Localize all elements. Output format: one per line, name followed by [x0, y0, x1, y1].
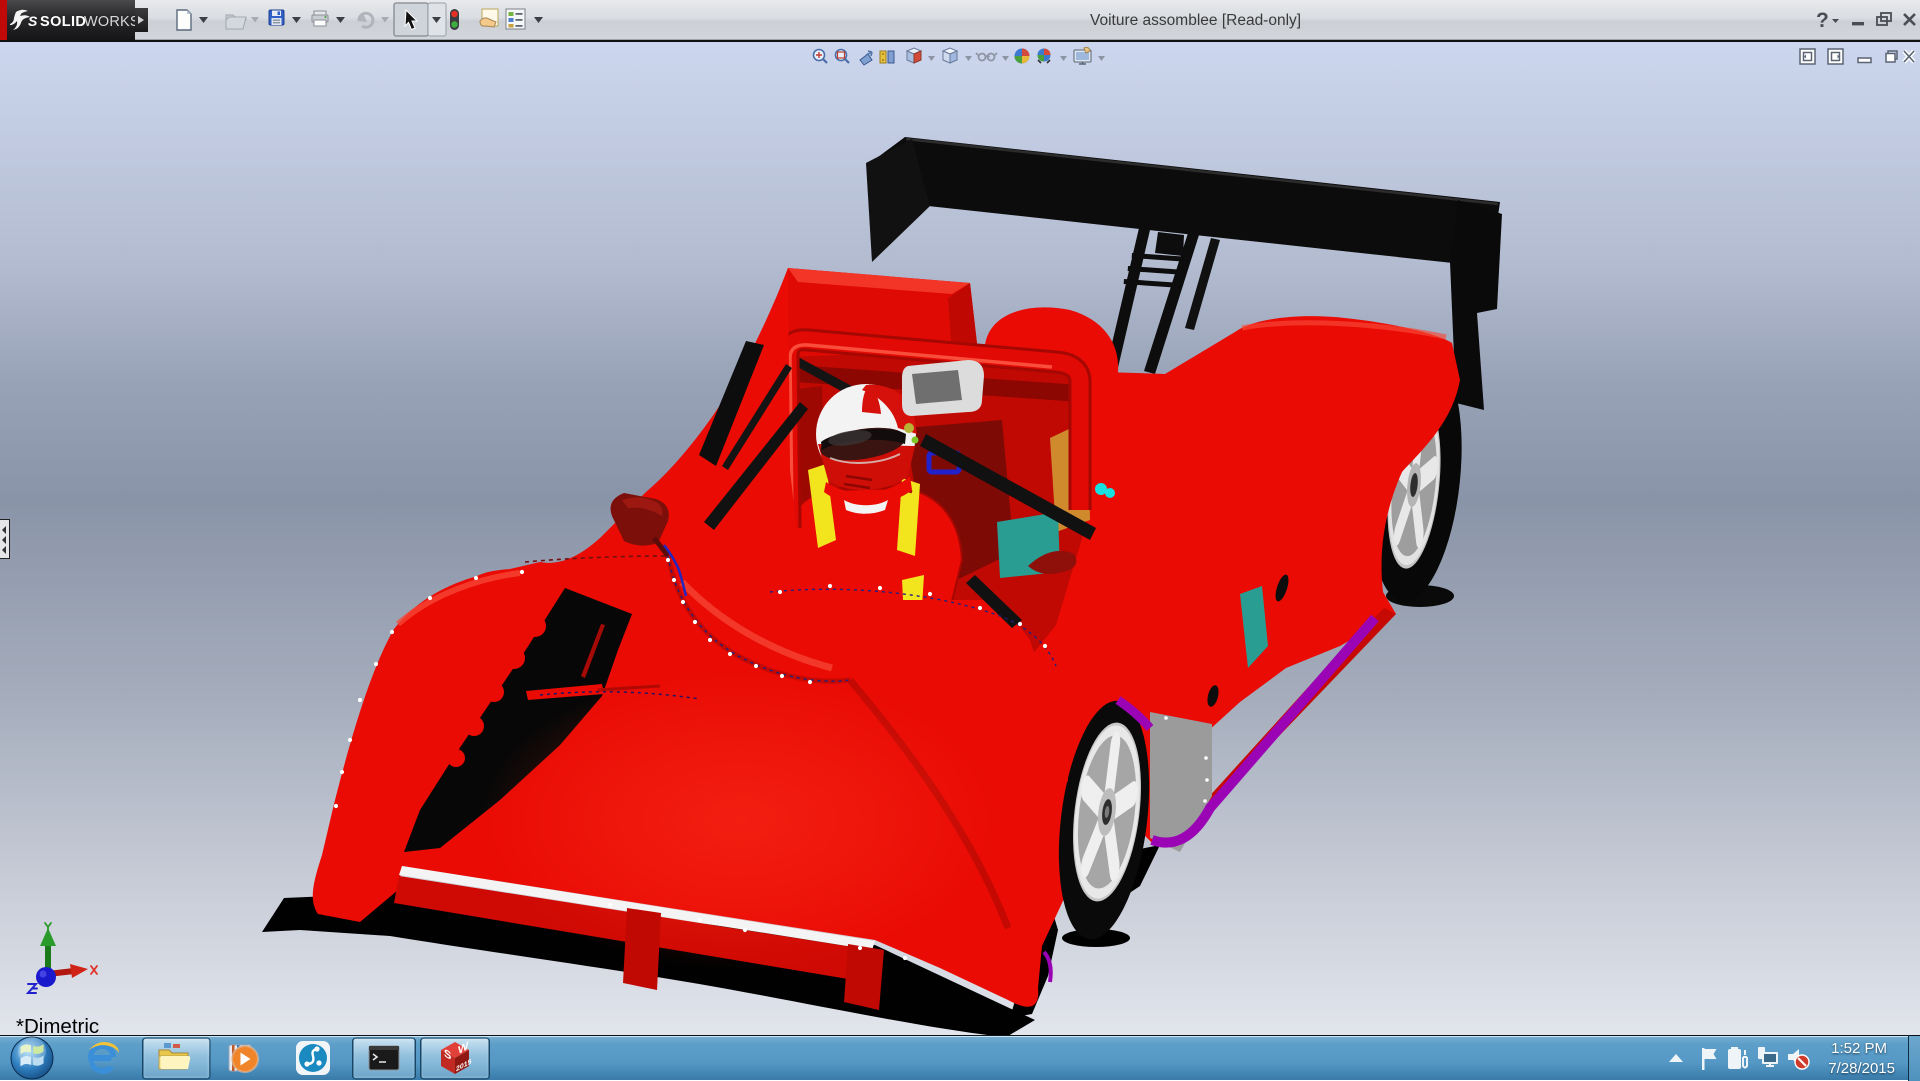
svg-text:SOLID: SOLID — [40, 14, 86, 30]
svg-text:S: S — [28, 13, 38, 29]
svg-text:?: ? — [1816, 9, 1829, 32]
svg-text:WORKS: WORKS — [84, 14, 135, 30]
